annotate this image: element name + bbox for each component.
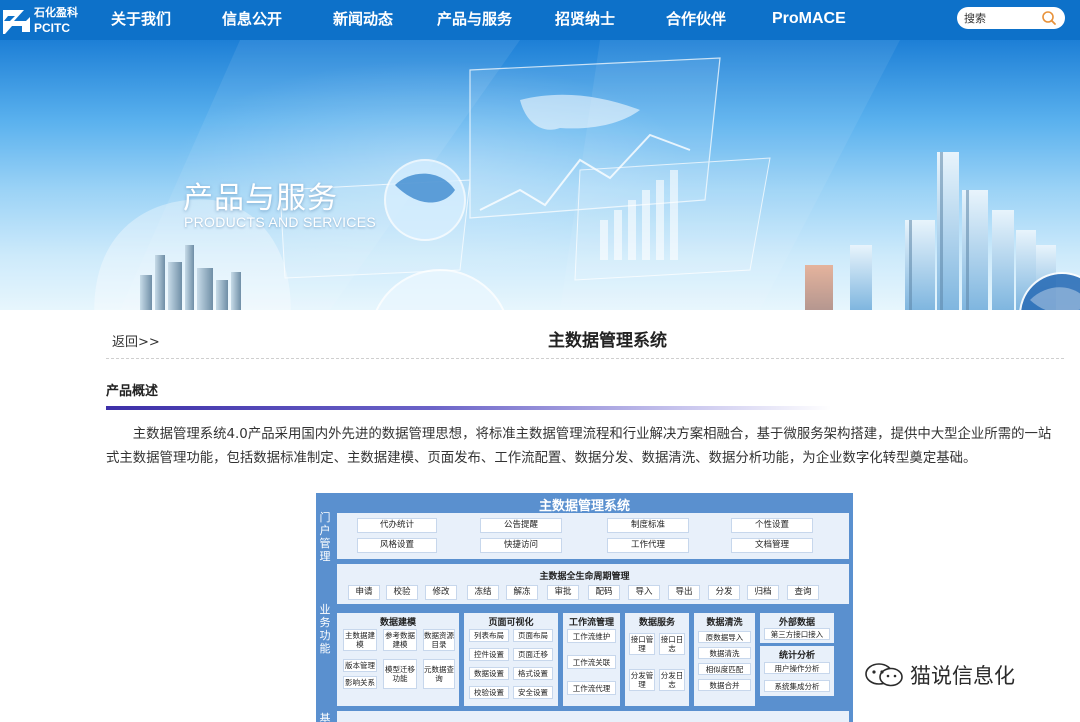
module-page-visual: 页面可视化 列表布局 页面布局 控件设置 页面迁移 数据设置 格式设置 校验设置… (464, 613, 558, 706)
lifecycle-item: 冻结 (467, 585, 499, 600)
module-title: 页面可视化 (488, 618, 534, 628)
module-statistics: 统计分析 用户操作分析 系统集成分析 (760, 646, 834, 696)
base-panel (337, 711, 849, 722)
module-item: 主数据建模 (343, 629, 377, 651)
module-item: 接口管理 (629, 633, 655, 655)
base-label: 基 (319, 712, 331, 722)
portal-item: 风格设置 (357, 538, 437, 553)
portal-item: 代办统计 (357, 518, 437, 533)
module-item: 系统集成分析 (764, 680, 830, 692)
module-item: 元数据查询 (423, 659, 455, 689)
module-item: 格式设置 (513, 667, 553, 680)
module-item: 数据合并 (698, 679, 751, 691)
module-workflow: 工作流管理 工作流维护 工作流关联 工作流代理 (563, 613, 620, 706)
logo-chinese-name: 石化盈科 (34, 6, 78, 19)
watermark-text: 猫说信息化 (910, 664, 1015, 688)
business-label: 业务功能 (319, 603, 331, 655)
company-logo[interactable]: 石化盈科 PCITC (0, 0, 80, 40)
nav-products-services[interactable]: 产品与服务 (437, 0, 512, 40)
module-item: 数据清洗 (698, 647, 751, 659)
module-item: 分发管理 (629, 669, 655, 691)
module-title: 外部数据 (778, 618, 815, 628)
module-item: 参考数据建模 (383, 629, 417, 651)
module-item: 用户操作分析 (764, 662, 830, 674)
module-item: 模型迁移功能 (383, 659, 417, 689)
nav-info-disclosure[interactable]: 信息公开 (222, 0, 282, 40)
search-box[interactable] (957, 7, 1065, 29)
banner-illustration (94, 40, 1080, 310)
module-item: 版本管理 (343, 659, 377, 672)
search-input[interactable] (964, 10, 1034, 26)
module-item: 影响关系 (343, 676, 377, 689)
module-data-modeling: 数据建模 主数据建模 参考数据建模 数据资源目录 版本管理 模型迁移功能 元数据… (337, 613, 459, 706)
module-item: 相似度匹配 (698, 663, 751, 675)
module-item: 工作流关联 (567, 655, 616, 669)
module-external-data: 外部数据 第三方接口接入 (760, 613, 834, 643)
module-item: 列表布局 (469, 629, 509, 642)
module-title: 数据服务 (638, 618, 675, 628)
lifecycle-item: 配码 (588, 585, 620, 600)
module-item: 原数据导入 (698, 631, 751, 643)
portal-item: 个性设置 (731, 518, 813, 533)
lifecycle-item: 审批 (547, 585, 579, 600)
module-item: 第三方接口接入 (764, 628, 830, 640)
title-divider (106, 358, 1064, 359)
pcitc-logo-icon (3, 10, 30, 34)
diagram-title: 主数据管理系统 (538, 499, 630, 514)
module-data-cleansing: 数据清洗 原数据导入 数据清洗 相似度匹配 数据合并 (694, 613, 755, 706)
module-title: 数据建模 (379, 618, 416, 628)
lifecycle-item: 查询 (787, 585, 819, 600)
product-overview-text: 主数据管理系统4.0产品采用国内外先进的数据管理思想，将标准主数据管理流程和行业… (106, 427, 1052, 466)
module-item: 页面迁移 (513, 648, 553, 661)
lifecycle-item: 申请 (348, 585, 380, 600)
lifecycle-item: 解冻 (506, 585, 538, 600)
module-item: 校验设置 (469, 686, 509, 699)
portal-item: 公告提醒 (480, 518, 562, 533)
module-item: 工作流维护 (567, 629, 616, 643)
module-title: 工作流管理 (568, 618, 614, 628)
nav-partners[interactable]: 合作伙伴 (666, 0, 726, 40)
page-title: 主数据管理系统 (548, 331, 667, 351)
nav-about[interactable]: 关于我们 (111, 0, 171, 40)
lifecycle-item: 分发 (708, 585, 740, 600)
search-icon[interactable] (1039, 10, 1057, 26)
module-item: 分发日志 (659, 669, 685, 691)
section-title: 产品概述 (106, 384, 159, 399)
nav-promace[interactable]: ProMACE (772, 0, 846, 40)
portal-item: 制度标准 (607, 518, 689, 533)
logo-english-name: PCITC (34, 21, 70, 35)
banner-subtitle: PRODUCTS AND SERVICES (184, 214, 376, 230)
module-item: 数据设置 (469, 667, 509, 680)
lifecycle-item: 修改 (425, 585, 457, 600)
module-title: 统计分析 (778, 651, 815, 661)
top-nav-bar: 石化盈科 PCITC 关于我们 信息公开 新闻动态 产品与服务 招贤纳士 合作伙… (0, 0, 1080, 40)
module-item: 控件设置 (469, 648, 509, 661)
lifecycle-item: 归档 (747, 585, 779, 600)
portal-label: 门户管理 (319, 511, 331, 563)
module-item: 接口日志 (659, 633, 685, 655)
lifecycle-item: 校验 (386, 585, 418, 600)
portal-item: 工作代理 (607, 538, 689, 553)
portal-item: 快捷访问 (480, 538, 562, 553)
architecture-diagram: 主数据管理系统 门户管理 代办统计 公告提醒 制度标准 个性设置 风格设置 快捷… (316, 493, 853, 722)
back-link[interactable]: 返回>> (112, 331, 160, 350)
lifecycle-item: 导入 (628, 585, 660, 600)
module-data-service: 数据服务 接口管理 接口日志 分发管理 分发日志 (625, 613, 689, 706)
module-title: 数据清洗 (706, 618, 743, 628)
wechat-watermark: 猫说信息化 (864, 660, 1015, 690)
wechat-icon (865, 663, 903, 687)
module-item: 数据资源目录 (423, 629, 455, 651)
nav-careers[interactable]: 招贤纳士 (555, 0, 615, 40)
lifecycle-item: 导出 (668, 585, 700, 600)
module-item: 页面布局 (513, 629, 553, 642)
portal-item: 文档管理 (731, 538, 813, 553)
section-underline (106, 406, 831, 410)
banner-title: 产品与服务 (183, 181, 338, 216)
nav-news[interactable]: 新闻动态 (333, 0, 393, 40)
module-item: 工作流代理 (567, 681, 616, 695)
lifecycle-title: 主数据全生命周期管理 (539, 572, 630, 582)
module-item: 安全设置 (513, 686, 553, 699)
hero-banner: 产品与服务 PRODUCTS AND SERVICES (0, 40, 1080, 310)
